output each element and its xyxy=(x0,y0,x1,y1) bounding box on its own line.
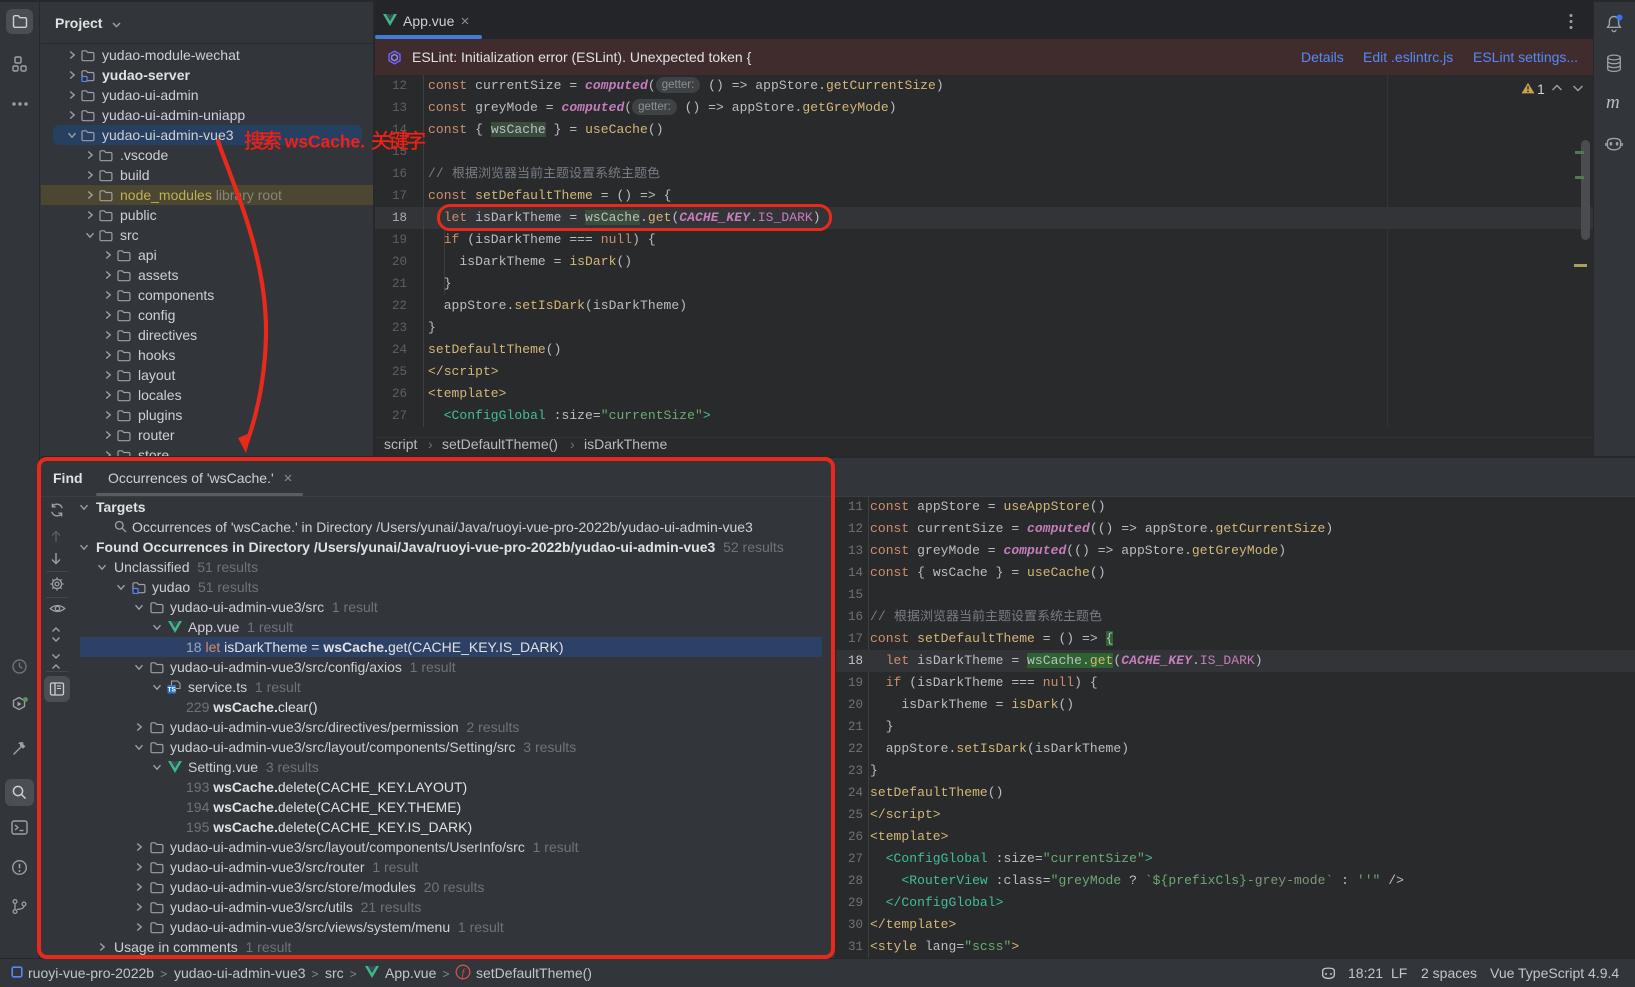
svg-text:f: f xyxy=(462,968,467,979)
